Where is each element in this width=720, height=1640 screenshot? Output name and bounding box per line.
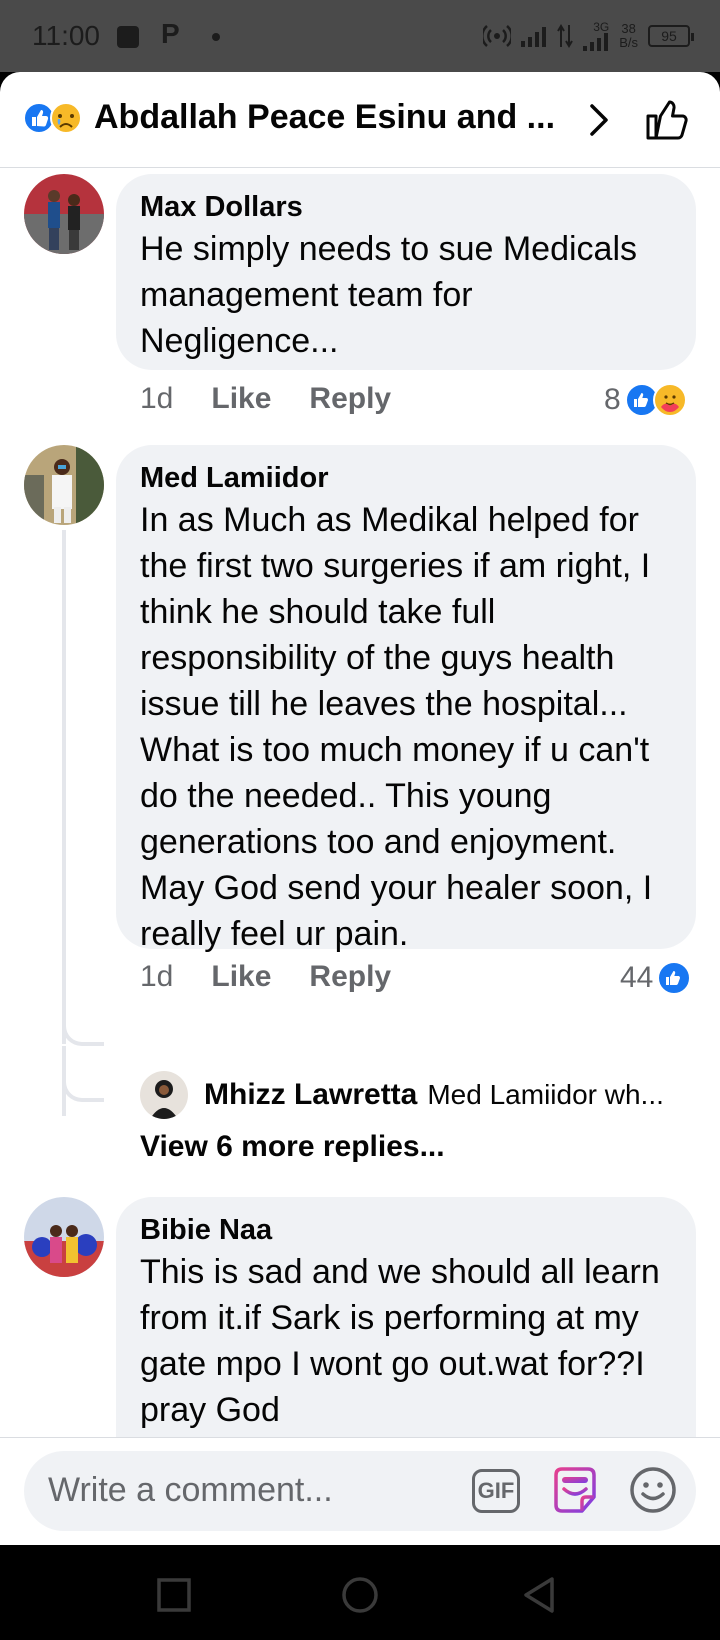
avatar-mhizz-lawretta[interactable] — [140, 1071, 188, 1119]
comment-author[interactable]: Bibie Naa — [140, 1211, 672, 1249]
thread-line — [62, 530, 66, 1044]
comment-bubble[interactable]: Med Lamiidor In as Much as Medikal helpe… — [116, 445, 696, 953]
notification-p-icon: P — [161, 18, 180, 49]
system-navigation-bar — [0, 1545, 720, 1640]
notification-dot-icon — [212, 33, 220, 41]
speed-value: 38 — [621, 21, 636, 36]
comment-text: In as Much as Medikal helped for the fir… — [140, 501, 653, 953]
reply-preview[interactable]: Mhizz Lawretta Med Lamiidor wh... — [140, 1071, 664, 1119]
comment-time[interactable]: 1d — [140, 382, 173, 422]
network-speed: 38 B/s — [619, 22, 638, 50]
gif-button[interactable]: GIF — [472, 1469, 520, 1513]
like-sad-reactions-icon — [23, 102, 82, 134]
sticker-icon[interactable] — [550, 1465, 600, 1515]
avatar-image — [140, 1071, 188, 1119]
emoji-icon[interactable] — [628, 1465, 678, 1515]
avatar-bibie-naa[interactable] — [24, 1197, 104, 1277]
like-thumb-icon[interactable] — [644, 96, 690, 142]
care-reaction-icon — [652, 383, 687, 417]
reaction-summary[interactable]: 44 — [620, 958, 692, 998]
avatar-max-dollars[interactable] — [24, 174, 104, 254]
thread-connector — [62, 1016, 104, 1046]
comment-actions: 1d Like Reply — [140, 382, 391, 422]
back-icon[interactable] — [520, 1575, 560, 1615]
home-icon[interactable] — [340, 1575, 380, 1615]
signal-icon-2 — [583, 33, 609, 51]
comment-input[interactable] — [48, 1471, 448, 1510]
comments-sheet: Abdallah Peace Esinu and ... Max Dollars… — [0, 72, 720, 1545]
like-button[interactable]: Like — [211, 382, 271, 422]
reply-button[interactable]: Reply — [309, 382, 391, 422]
speed-unit: B/s — [619, 35, 638, 50]
comment-bubble[interactable]: Max Dollars He simply needs to sue Medic… — [116, 174, 696, 370]
battery-icon: 95 — [648, 25, 694, 47]
view-more-replies-button[interactable]: View 6 more replies... — [140, 1130, 445, 1164]
battery-level: 95 — [661, 28, 677, 44]
network-type: 3G — [593, 20, 610, 34]
reply-button[interactable]: Reply — [309, 960, 391, 1000]
status-time: 11:00 — [32, 20, 100, 51]
reply-author[interactable]: Mhizz Lawretta — [204, 1078, 417, 1112]
like-reaction-icon — [657, 961, 692, 995]
chevron-right-icon[interactable] — [584, 100, 614, 140]
recent-apps-icon[interactable] — [154, 1575, 194, 1615]
reply-text: Med Lamiidor wh... — [427, 1079, 664, 1110]
avatar-image — [24, 174, 104, 254]
composer-box[interactable]: GIF — [24, 1451, 696, 1531]
reactions-title[interactable]: Abdallah Peace Esinu and ... — [94, 98, 555, 137]
notification-square-icon — [117, 26, 139, 48]
thread-connector — [62, 1072, 104, 1102]
comment-time[interactable]: 1d — [140, 960, 173, 1000]
avatar-image — [24, 445, 104, 525]
comment-author[interactable]: Med Lamiidor — [140, 459, 672, 497]
status-indicators: 3G 38 B/s 95 — [483, 18, 694, 54]
signal-icon — [521, 27, 547, 47]
reaction-summary[interactable]: 8 — [604, 380, 687, 420]
reaction-count: 8 — [604, 383, 621, 416]
comment-actions: 1d Like Reply — [140, 960, 391, 1000]
like-button[interactable]: Like — [211, 960, 271, 1000]
comment-author[interactable]: Max Dollars — [140, 188, 672, 226]
data-transfer-icon — [557, 24, 574, 48]
comment-composer: GIF — [0, 1437, 720, 1545]
hotspot-icon — [483, 25, 512, 47]
reaction-count: 44 — [620, 961, 654, 994]
comment-text: He simply needs to sue Medicals manageme… — [140, 230, 638, 360]
avatar-image — [24, 1197, 104, 1277]
network-3g: 3G — [583, 21, 609, 51]
reactions-header[interactable]: Abdallah Peace Esinu and ... — [0, 72, 720, 168]
comment-text: This is sad and we should all learn from… — [140, 1253, 660, 1429]
status-bar: 11:00 P 3G 38 B/s 95 — [0, 0, 720, 72]
avatar-med-lamiidor[interactable] — [24, 445, 104, 525]
